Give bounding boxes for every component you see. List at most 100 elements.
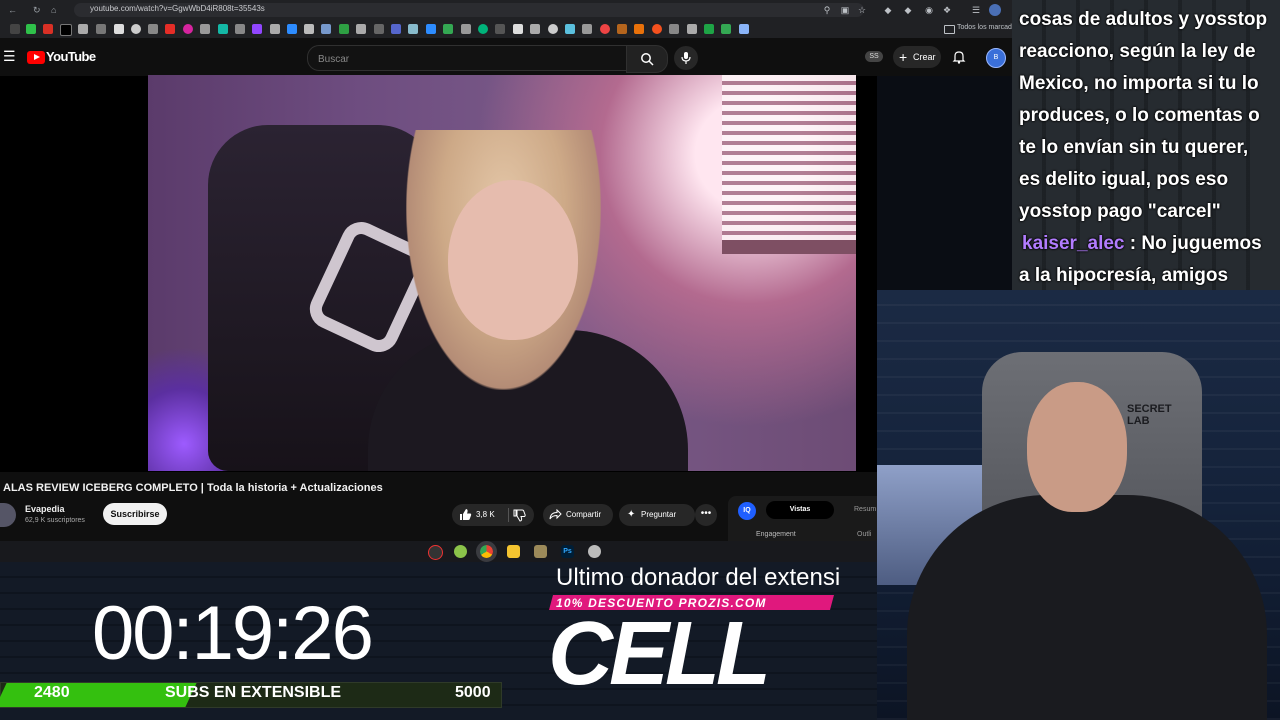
bookmark-icon[interactable]	[252, 24, 262, 34]
bookmark-icon[interactable]	[391, 24, 401, 34]
bookmark-icon[interactable]	[200, 24, 210, 34]
streamer-head	[1027, 382, 1127, 512]
bookmark-icon[interactable]	[114, 24, 124, 34]
app-icon[interactable]	[588, 545, 601, 558]
bookmark-icon[interactable]	[478, 24, 488, 34]
profile-icon[interactable]	[989, 4, 1001, 16]
share-button[interactable]: Compartir	[543, 504, 613, 526]
stream-overlay: 00:19:26 2480 SUBS EN EXTENSIBLE 5000 Ul…	[0, 562, 877, 720]
youtube-header: ☰ YouTube SS + Crear B	[0, 38, 1012, 76]
bookmark-icon[interactable]	[321, 24, 331, 34]
bookmark-icon[interactable]	[270, 24, 280, 34]
bookmark-icon[interactable]	[96, 24, 106, 34]
extension-icon[interactable]: ◆	[902, 4, 914, 16]
like-dislike-group: 3,8 K	[452, 504, 534, 526]
outline-label: Outli	[857, 531, 872, 538]
bookmarks-folder[interactable]: Todos los marcador	[957, 24, 1018, 31]
voice-search-button[interactable]	[674, 46, 698, 70]
sparkle-icon: ✦	[627, 509, 636, 520]
bookmark-icon[interactable]	[652, 24, 662, 34]
bookmark-icon[interactable]	[339, 24, 349, 34]
more-actions-button[interactable]: •••	[695, 504, 717, 526]
bookmark-icon[interactable]	[530, 24, 540, 34]
bookmark-icon[interactable]	[617, 24, 627, 34]
bookmark-icon[interactable]	[43, 24, 53, 34]
bookmark-icon[interactable]	[739, 24, 749, 34]
create-button[interactable]: + Crear	[893, 46, 941, 68]
bookmark-icon[interactable]	[304, 24, 314, 34]
back-icon[interactable]: ←	[8, 4, 17, 16]
bookmark-icon[interactable]	[687, 24, 697, 34]
address-bar[interactable]: youtube.com/watch?v=GgwWbD4iR808t=35543s	[74, 3, 864, 17]
bookmark-icon[interactable]	[287, 24, 297, 34]
subscribe-button[interactable]: Suscribirse	[103, 503, 167, 525]
bookmark-icon[interactable]	[704, 24, 714, 34]
chat-line: Mexico, no importa si tu lo	[1019, 73, 1259, 94]
record-app-icon[interactable]	[428, 545, 443, 560]
extension-icon[interactable]: ◉	[923, 4, 935, 16]
video-player[interactable]	[148, 75, 856, 471]
youtube-brand[interactable]: YouTube	[46, 49, 96, 64]
chat-line: reacciono, según la ley de	[1019, 41, 1256, 62]
search-input[interactable]	[316, 50, 620, 68]
bookmark-icon[interactable]	[565, 24, 575, 34]
youtube-logo-icon[interactable]	[27, 51, 45, 64]
photoshop-icon[interactable]: Ps	[561, 545, 574, 558]
ask-button[interactable]: ✦ Preguntar	[619, 504, 695, 526]
bookmark-icon[interactable]	[408, 24, 418, 34]
bookmark-icon[interactable]	[10, 24, 20, 34]
ss-badge[interactable]: SS	[865, 51, 883, 62]
ask-label: Preguntar	[641, 510, 677, 519]
tab-views[interactable]: Vistas	[766, 501, 834, 519]
app-icon[interactable]	[534, 545, 547, 558]
bookmark-icon[interactable]	[148, 24, 158, 34]
plus-icon: +	[899, 49, 908, 65]
bookmark-icon[interactable]	[634, 24, 644, 34]
bookmark-icon[interactable]	[669, 24, 679, 34]
bookmark-icon[interactable]	[165, 24, 175, 34]
home-icon[interactable]: ⌂	[51, 4, 56, 16]
tab-summary[interactable]: Resum	[854, 501, 876, 519]
bookmark-icon[interactable]	[26, 24, 36, 34]
bookmark-icon[interactable]	[374, 24, 384, 34]
subathon-timer: 00:19:26	[92, 591, 374, 676]
bookmark-icon[interactable]	[582, 24, 592, 34]
channel-avatar[interactable]	[0, 503, 16, 527]
bookmark-icon[interactable]	[461, 24, 471, 34]
account-avatar[interactable]: B	[986, 48, 1006, 68]
bookmark-icon[interactable]	[78, 24, 88, 34]
file-explorer-icon[interactable]	[507, 545, 520, 558]
bookmark-icon[interactable]	[443, 24, 453, 34]
bookmark-icon[interactable]	[131, 24, 141, 34]
extensions-puzzle-icon[interactable]: ❖	[941, 4, 953, 16]
bookmark-icon[interactable]	[218, 24, 228, 34]
thumbs-up-icon[interactable]	[459, 508, 472, 521]
zoom-icon[interactable]: ⚲	[821, 4, 833, 16]
menu-icon[interactable]: ☰	[3, 48, 16, 65]
reload-icon[interactable]: ↻	[33, 4, 41, 16]
bookmark-icon[interactable]	[513, 24, 523, 34]
bookmark-icon[interactable]	[60, 24, 72, 36]
bookmark-icon[interactable]	[548, 24, 558, 34]
reading-list-icon[interactable]: ☰	[970, 4, 982, 16]
bookmark-icon[interactable]	[235, 24, 245, 34]
chat-line: es delito igual, pos eso	[1019, 169, 1229, 190]
search-button[interactable]	[626, 45, 668, 73]
extension-panel: IQ Vistas Resum Engagement Outli	[728, 496, 877, 542]
bookmark-icon[interactable]	[426, 24, 436, 34]
bookmark-icon[interactable]	[183, 24, 193, 34]
bookmark-icon[interactable]	[721, 24, 731, 34]
notifications-bell-icon[interactable]	[952, 50, 966, 64]
extension-logo[interactable]: IQ	[738, 502, 756, 520]
channel-name[interactable]: Evapedia	[25, 504, 65, 514]
star-icon[interactable]: ☆	[856, 4, 868, 16]
screen: ← ↻ ⌂ youtube.com/watch?v=GgwWbD4iR808t=…	[0, 0, 1280, 720]
app-icon[interactable]	[454, 545, 467, 558]
extension-icon[interactable]: ◆	[882, 4, 894, 16]
thumbs-down-icon[interactable]	[513, 509, 526, 522]
chrome-icon[interactable]	[476, 541, 497, 562]
bookmark-icon[interactable]	[495, 24, 505, 34]
bookmark-icon[interactable]	[600, 24, 610, 34]
bookmark-icon[interactable]	[356, 24, 366, 34]
install-icon[interactable]: ▣	[839, 4, 851, 16]
